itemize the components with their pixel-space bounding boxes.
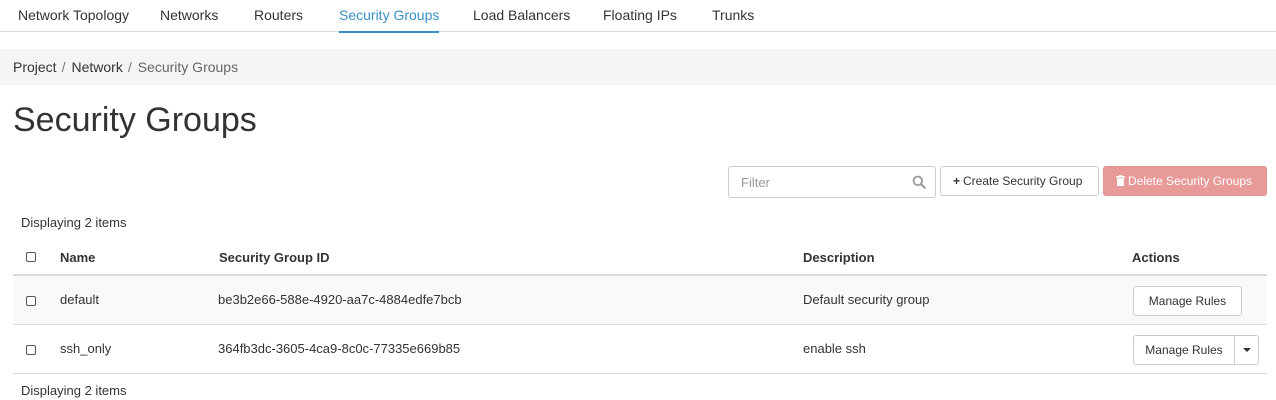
row-checkbox[interactable]: [26, 296, 36, 306]
row-checkbox[interactable]: [26, 345, 36, 355]
security-group-name[interactable]: default: [60, 292, 99, 307]
page-title: Security Groups: [13, 101, 257, 139]
security-group-id: 364fb3dc-3605-4ca9-8c0c-77335e669b85: [218, 341, 461, 356]
create-security-group-button[interactable]: + Create Security Group: [940, 166, 1099, 196]
delete-security-groups-label: Delete Security Groups: [1128, 174, 1253, 188]
column-header-actions: Actions: [1132, 250, 1180, 265]
breadcrumb: Project / Network / Security Groups: [0, 49, 1276, 85]
breadcrumb-separator: /: [61, 59, 66, 75]
breadcrumb-network[interactable]: Network: [71, 59, 122, 75]
filter-input[interactable]: [729, 167, 899, 197]
create-security-group-label: Create Security Group: [963, 174, 1083, 188]
item-count-top: Displaying 2 items: [21, 215, 127, 230]
delete-security-groups-button[interactable]: Delete Security Groups: [1103, 166, 1267, 196]
item-count-bottom: Displaying 2 items: [21, 383, 127, 398]
trash-icon: [1116, 175, 1125, 186]
security-group-description: Default security group: [803, 292, 930, 307]
column-header-security-group-id[interactable]: Security Group ID: [219, 250, 330, 265]
breadcrumb-project[interactable]: Project: [13, 59, 57, 75]
column-header-description[interactable]: Description: [803, 250, 875, 265]
tab-security-groups[interactable]: Security Groups: [339, 0, 440, 33]
tab-networks[interactable]: Networks: [160, 0, 218, 32]
plus-icon: +: [953, 174, 961, 188]
tab-load-balancers[interactable]: Load Balancers: [473, 0, 570, 32]
table-header: Name Security Group ID Description Actio…: [13, 240, 1267, 276]
select-all-checkbox[interactable]: [26, 252, 36, 262]
table-row: ssh_only 364fb3dc-3605-4ca9-8c0c-77335e6…: [13, 325, 1267, 374]
security-group-name[interactable]: ssh_only: [60, 341, 111, 356]
filter-box: [728, 166, 936, 198]
manage-rules-button[interactable]: Manage Rules: [1133, 286, 1242, 316]
network-tabs: Network Topology Networks Routers Securi…: [0, 0, 1276, 33]
breadcrumb-security-groups: Security Groups: [137, 59, 239, 75]
search-icon[interactable]: [912, 175, 926, 189]
security-group-id: be3b2e66-588e-4920-aa7c-4884edfe7bcb: [218, 292, 462, 307]
table-row: default be3b2e66-588e-4920-aa7c-4884edfe…: [13, 276, 1267, 325]
caret-down-icon[interactable]: [1235, 335, 1259, 365]
tab-floating-ips[interactable]: Floating IPs: [603, 0, 677, 32]
security-group-description: enable ssh: [803, 341, 866, 356]
tab-trunks[interactable]: Trunks: [712, 0, 754, 32]
tab-routers[interactable]: Routers: [254, 0, 303, 32]
column-header-name[interactable]: Name: [60, 250, 95, 265]
breadcrumb-separator: /: [127, 59, 132, 75]
tab-network-topology[interactable]: Network Topology: [18, 0, 129, 32]
manage-rules-button[interactable]: Manage Rules: [1133, 335, 1235, 365]
